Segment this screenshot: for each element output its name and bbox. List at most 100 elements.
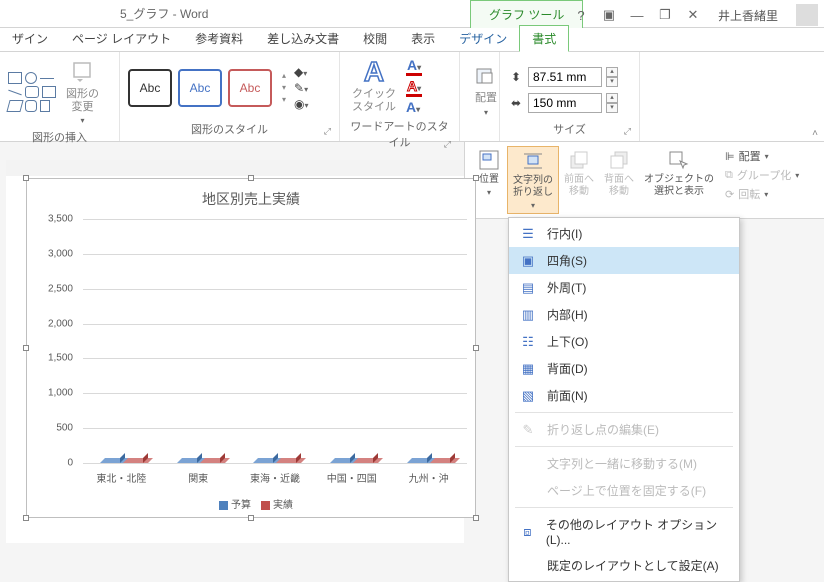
align-button[interactable]: ⊫配置▾ bbox=[725, 148, 799, 164]
bring-forward-button: 前面へ 移動 bbox=[559, 146, 599, 214]
tab-chart-format[interactable]: 書式 bbox=[519, 25, 569, 52]
horizontal-ruler[interactable] bbox=[6, 160, 464, 176]
shape-style-2[interactable]: Abc bbox=[178, 69, 222, 107]
wrap-behind-item[interactable]: ▦背面(D) bbox=[509, 355, 739, 382]
change-shape-icon bbox=[69, 58, 97, 86]
shape-fill-button[interactable]: ◆▾ bbox=[294, 65, 307, 79]
restore-button[interactable]: ❐ bbox=[658, 8, 672, 22]
contextual-tool-tab: グラフ ツール bbox=[470, 0, 583, 28]
shape-style-expand[interactable]: ▴▾▾ bbox=[280, 70, 288, 106]
resize-handle-mr[interactable] bbox=[473, 345, 479, 351]
resize-handle-tr[interactable] bbox=[473, 175, 479, 181]
chart-object[interactable]: 地区別売上実績 05001,0001,5002,0002,5003,0003,5… bbox=[26, 178, 476, 518]
wrap-infront-item[interactable]: ▧前面(N) bbox=[509, 382, 739, 409]
bring-forward-icon bbox=[566, 148, 592, 172]
gridline bbox=[83, 463, 467, 464]
text-effects-button[interactable]: A▾ bbox=[406, 99, 420, 115]
wrap-topbottom-item[interactable]: ☷上下(O) bbox=[509, 328, 739, 355]
rotate-icon: ⟳ bbox=[725, 188, 734, 201]
more-layout-icon: ⧈ bbox=[519, 524, 536, 540]
shape-height-input[interactable] bbox=[528, 67, 602, 87]
wrap-text-button[interactable]: 文字列の 折り返し▾ bbox=[507, 146, 559, 214]
wrap-square-item[interactable]: ▣四角(S) bbox=[509, 247, 739, 274]
shape-effects-button[interactable]: ◉▾ bbox=[294, 97, 309, 111]
height-icon: ⬍ bbox=[508, 69, 524, 85]
shape-styles-dialog-launcher[interactable]: ⤢ bbox=[324, 126, 331, 137]
tab-design-partial[interactable]: ザイン bbox=[0, 26, 60, 51]
help-button[interactable]: ? bbox=[574, 8, 588, 22]
gridline bbox=[83, 358, 467, 359]
user-name: 井上香緒里 bbox=[718, 7, 778, 24]
selection-pane-button[interactable]: オブジェクトの 選択と表示 bbox=[639, 146, 719, 214]
shape-style-1[interactable]: Abc bbox=[128, 69, 172, 107]
shape-style-3[interactable]: Abc bbox=[228, 69, 272, 107]
wrap-text-menu: ☰行内(I) ▣四角(S) ▤外周(T) ▥内部(H) ☷上下(O) ▦背面(D… bbox=[508, 217, 740, 582]
wrap-set-default-item[interactable]: 既定のレイアウトとして設定(A) bbox=[509, 552, 739, 579]
wrap-through-item[interactable]: ▥内部(H) bbox=[509, 301, 739, 328]
tab-chart-design[interactable]: デザイン bbox=[447, 26, 519, 51]
wrap-square-icon: ▣ bbox=[519, 253, 537, 269]
size-dialog-launcher[interactable]: ⤢ bbox=[624, 126, 631, 137]
tab-references[interactable]: 参考資料 bbox=[183, 26, 255, 51]
resize-handle-bl[interactable] bbox=[23, 515, 29, 521]
wrap-tight-item[interactable]: ▤外周(T) bbox=[509, 274, 739, 301]
change-shape-button[interactable]: 図形の 変更 ▾ bbox=[62, 56, 103, 127]
shape-outline-button[interactable]: ✎▾ bbox=[294, 81, 308, 95]
ribbon-tabs: ザイン ページ レイアウト 参考資料 差し込み文書 校閲 表示 デザイン 書式 bbox=[0, 28, 824, 52]
legend-swatch bbox=[219, 501, 228, 510]
text-fill-button[interactable]: A▾ bbox=[406, 57, 422, 76]
wordart-dialog-launcher[interactable]: ⤢ bbox=[444, 139, 451, 150]
wrap-text-icon bbox=[520, 149, 546, 173]
wrap-behind-icon: ▦ bbox=[519, 361, 537, 377]
tab-page-layout[interactable]: ページ レイアウト bbox=[60, 26, 183, 51]
close-button[interactable]: ✕ bbox=[686, 8, 700, 22]
chart-title[interactable]: 地区別売上実績 bbox=[27, 179, 475, 215]
legend-label: 予算 bbox=[231, 500, 251, 511]
gridline bbox=[83, 428, 467, 429]
resize-handle-tm[interactable] bbox=[248, 175, 254, 181]
wrap-more-layout-item[interactable]: ⧈その他のレイアウト オプション(L)... bbox=[509, 511, 739, 552]
legend-swatch bbox=[261, 501, 270, 510]
chart-plot-area[interactable] bbox=[83, 219, 467, 463]
y-tick: 500 bbox=[56, 423, 73, 434]
y-tick: 2,000 bbox=[48, 318, 73, 329]
group-label-wordart-styles: ワードアートのスタイル⤢ bbox=[348, 116, 451, 152]
shape-gallery[interactable] bbox=[8, 72, 56, 112]
document-title: 5_グラフ - Word bbox=[120, 5, 208, 22]
x-tick: 中国・四国 bbox=[313, 467, 390, 485]
width-icon: ⬌ bbox=[508, 95, 524, 111]
chart-y-axis: 05001,0001,5002,0002,5003,0003,500 bbox=[27, 219, 79, 463]
group-label-size: サイズ⤢ bbox=[508, 119, 631, 139]
tab-view[interactable]: 表示 bbox=[399, 26, 447, 51]
quick-styles-button[interactable]: A クイック スタイル bbox=[348, 56, 400, 116]
position-icon bbox=[476, 148, 502, 172]
wrap-topbottom-icon: ☷ bbox=[519, 334, 537, 350]
user-avatar[interactable] bbox=[796, 4, 818, 26]
send-backward-icon bbox=[606, 148, 632, 172]
legend-label: 実績 bbox=[273, 500, 293, 511]
wrap-move-with-text-item: 文字列と一緒に移動する(M) bbox=[509, 450, 739, 477]
wrap-infront-icon: ▧ bbox=[519, 388, 537, 404]
tab-review[interactable]: 校閲 bbox=[351, 26, 399, 51]
arrange-button-small[interactable]: 配置 ▾ bbox=[468, 60, 504, 118]
text-outline-button[interactable]: A▾ bbox=[406, 78, 422, 97]
tab-mailings[interactable]: 差し込み文書 bbox=[255, 26, 351, 51]
y-tick: 3,000 bbox=[48, 248, 73, 259]
width-spinner[interactable]: ▴▾ bbox=[606, 93, 618, 113]
resize-handle-bm[interactable] bbox=[248, 515, 254, 521]
group-icon: ⧉ bbox=[725, 169, 733, 182]
wrap-inline-item[interactable]: ☰行内(I) bbox=[509, 220, 739, 247]
shape-width-input[interactable] bbox=[528, 93, 602, 113]
chart-x-axis: 東北・北陸関東東海・近畿中国・四国九州・沖 bbox=[83, 467, 467, 485]
gridline bbox=[83, 393, 467, 394]
selection-pane-icon bbox=[666, 148, 692, 172]
collapse-ribbon-button[interactable]: ˄ bbox=[812, 128, 818, 139]
resize-handle-tl[interactable] bbox=[23, 175, 29, 181]
height-spinner[interactable]: ▴▾ bbox=[606, 67, 618, 87]
x-tick: 東北・北陸 bbox=[83, 467, 160, 485]
gridline bbox=[83, 324, 467, 325]
minimize-button[interactable]: — bbox=[630, 8, 644, 22]
ribbon-display-options-button[interactable]: ▣ bbox=[602, 8, 616, 22]
resize-handle-br[interactable] bbox=[473, 515, 479, 521]
chart-legend[interactable]: 予算 実績 bbox=[27, 496, 475, 511]
